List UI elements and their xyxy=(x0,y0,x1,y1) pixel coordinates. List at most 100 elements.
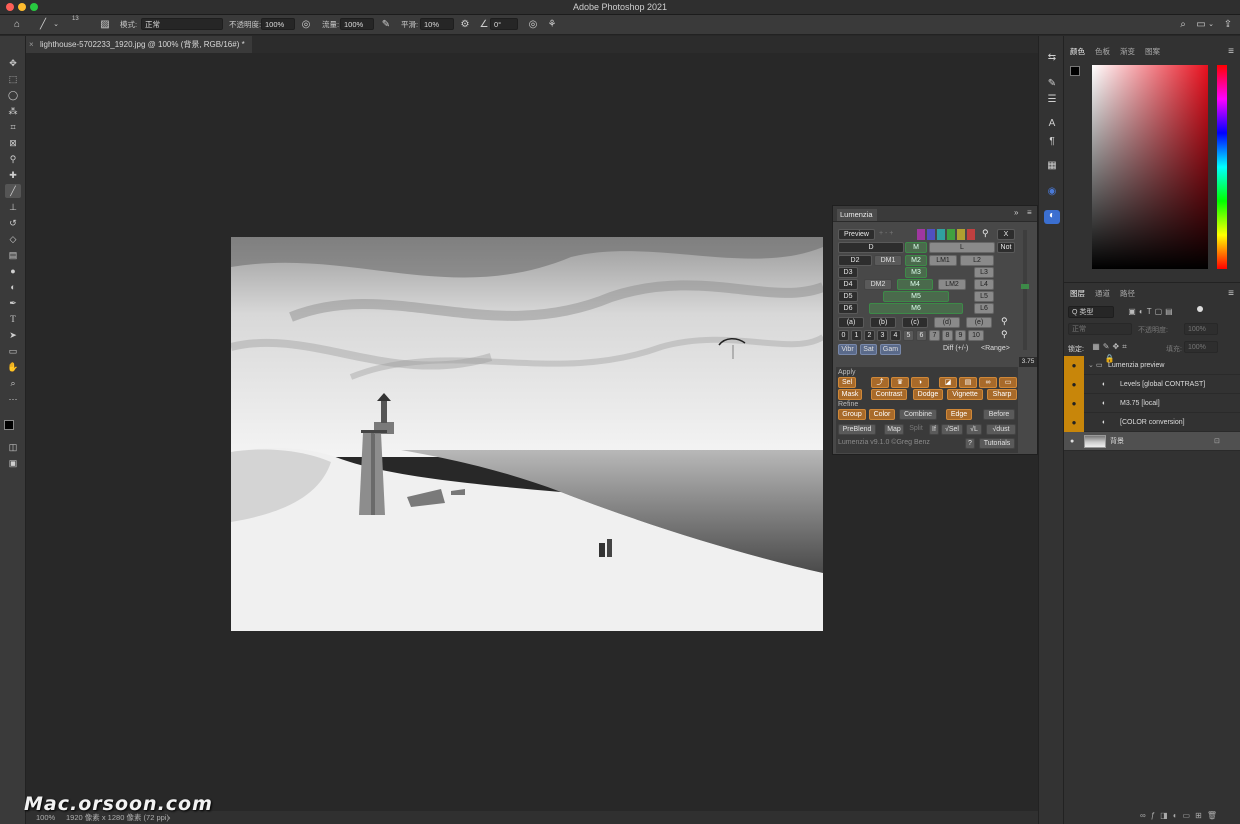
preview-select[interactable]: Preview xyxy=(838,229,875,240)
close-tab-icon[interactable]: × xyxy=(29,36,34,53)
marquee-tool-icon[interactable]: ⬚ xyxy=(5,72,21,86)
zone-a-button[interactable]: (a) xyxy=(838,317,864,328)
share-icon[interactable]: ⇪ xyxy=(1222,19,1234,31)
eyedropper-icon[interactable]: ⚲ xyxy=(1001,329,1008,340)
swatch-green[interactable] xyxy=(947,229,955,240)
layer-filter-icons[interactable]: ▣◐T▢▤ xyxy=(1122,306,1182,318)
layer-row-background[interactable]: ● 背景 ⊡ xyxy=(1064,432,1240,451)
flow-field[interactable]: 100% xyxy=(340,18,374,30)
foreground-color-chip[interactable] xyxy=(1070,66,1080,76)
dodge-tool-icon[interactable]: ◐ xyxy=(5,280,21,294)
hand-tool-icon[interactable]: ✋ xyxy=(5,360,21,374)
before-button[interactable]: Before xyxy=(983,409,1015,420)
opacity-slider-thumb[interactable] xyxy=(1021,284,1029,289)
gam-button[interactable]: Gam xyxy=(880,344,901,355)
hue-slider[interactable] xyxy=(1217,65,1227,269)
group-button[interactable]: Group xyxy=(838,409,866,420)
brush-tool-icon[interactable]: ╱ xyxy=(36,19,50,31)
l-button[interactable]: L xyxy=(929,242,995,253)
diff-button[interactable]: Diff (+/-) xyxy=(943,345,968,352)
document-tab[interactable]: × lighthouse-5702233_1920.jpg @ 100% (背景… xyxy=(26,36,252,53)
l4-button[interactable]: L4 xyxy=(974,279,994,290)
zone-e-button[interactable]: (e) xyxy=(966,317,992,328)
eye-icon[interactable]: ● xyxy=(1064,413,1084,432)
tab-layers[interactable]: 图层 xyxy=(1070,288,1085,299)
stepper-icons[interactable]: + - + xyxy=(879,230,893,237)
brush-panel-icon[interactable]: ✎ xyxy=(1045,78,1059,90)
sharp-button[interactable]: Sharp xyxy=(987,389,1017,400)
opacity-field[interactable]: 100% xyxy=(261,18,295,30)
check-dust-button[interactable]: √dust xyxy=(986,424,1016,435)
tab-paths[interactable]: 路径 xyxy=(1120,288,1135,299)
plugin-panel-icon[interactable]: ◉ xyxy=(1045,186,1059,198)
paragraph-panel-icon[interactable]: ¶ xyxy=(1045,136,1059,148)
vignette-button[interactable]: Vignette xyxy=(947,389,983,400)
range-button[interactable]: <Range> xyxy=(981,345,1010,352)
eye-icon[interactable]: ● xyxy=(1064,356,1084,375)
edge-button[interactable]: Edge xyxy=(946,409,972,420)
angle-field[interactable]: 0° xyxy=(490,18,518,30)
m-button[interactable]: M xyxy=(905,242,927,253)
collapse-panel-icon[interactable]: » xyxy=(1014,208,1018,217)
zoom-tool-icon[interactable]: ⌕ xyxy=(5,376,21,390)
lm2-button[interactable]: LM2 xyxy=(938,279,966,290)
swatch-yellow[interactable] xyxy=(957,229,965,240)
tab-patterns[interactable]: 图案 xyxy=(1145,46,1160,57)
m5-button[interactable]: M5 xyxy=(883,291,949,302)
m4-button[interactable]: M4 xyxy=(897,279,933,290)
dodge-button[interactable]: Dodge xyxy=(913,389,943,400)
color-field[interactable] xyxy=(1092,65,1208,269)
digit-9-button[interactable]: 9 xyxy=(955,330,966,341)
d2-button[interactable]: D2 xyxy=(838,255,872,266)
move-tool-icon[interactable]: ✥ xyxy=(5,56,21,70)
d6-button[interactable]: D6 xyxy=(838,303,858,314)
panel-menu-icon[interactable]: ≡ xyxy=(1027,208,1032,217)
d5-button[interactable]: D5 xyxy=(838,291,858,302)
d4-button[interactable]: D4 xyxy=(838,279,858,290)
dodge-icon-button[interactable]: ◑ xyxy=(911,377,929,388)
m6-button[interactable]: M6 xyxy=(869,303,963,314)
path-select-icon[interactable]: ➤ xyxy=(5,328,21,342)
tab-channels[interactable]: 通道 xyxy=(1095,288,1110,299)
search-icon[interactable]: ⌕ xyxy=(1177,19,1189,31)
chevron-down-icon[interactable]: ⌄ xyxy=(52,19,60,31)
blur-tool-icon[interactable]: ● xyxy=(5,264,21,278)
mask-button[interactable]: Mask xyxy=(838,389,862,400)
brush-settings-icon[interactable]: ▨ xyxy=(99,19,111,31)
digit-1-button[interactable]: 1 xyxy=(851,330,862,341)
layer-filter-select[interactable]: Q 类型 xyxy=(1068,306,1114,318)
brush-size-value[interactable]: 13 xyxy=(72,16,79,22)
eyedropper-icon[interactable]: ⚲ xyxy=(1001,316,1008,327)
l6-button[interactable]: L6 xyxy=(974,303,994,314)
layer-opacity-field[interactable]: 100% xyxy=(1184,323,1218,335)
layer-row-local[interactable]: ● ◐ M3.75 [local] xyxy=(1064,394,1240,413)
if-button[interactable]: If xyxy=(929,424,939,435)
pressure-size-icon[interactable]: ◎ xyxy=(527,19,539,31)
eyedropper-icon[interactable]: ⚲ xyxy=(982,228,989,239)
digit-2-button[interactable]: 2 xyxy=(864,330,875,341)
fill-field[interactable]: 100% xyxy=(1184,341,1218,353)
m2-button[interactable]: M2 xyxy=(905,255,927,266)
layer-row-color[interactable]: ● ◐ [COLOR conversion] xyxy=(1064,413,1240,432)
d3-button[interactable]: D3 xyxy=(838,267,858,278)
lumenzia-title[interactable]: Lumenzia xyxy=(837,209,877,221)
eye-icon[interactable]: ● xyxy=(1064,394,1084,413)
digit-8-button[interactable]: 8 xyxy=(942,330,953,341)
lumenzia-panel-icon[interactable]: ◐ xyxy=(1044,210,1060,224)
tab-gradients[interactable]: 渐变 xyxy=(1120,46,1135,57)
eye-icon[interactable]: ● xyxy=(1064,375,1084,394)
swatch-blue[interactable] xyxy=(927,229,935,240)
brush-tool-icon[interactable]: ╱ xyxy=(5,184,21,198)
eye-icon[interactable]: ● xyxy=(1070,432,1074,451)
not-button[interactable]: Not xyxy=(997,242,1015,253)
split-button[interactable]: Split xyxy=(906,424,926,435)
eraser-tool-icon[interactable]: ◇ xyxy=(5,232,21,246)
libraries-panel-icon[interactable]: ▦ xyxy=(1045,160,1059,172)
lm1-button[interactable]: LM1 xyxy=(929,255,957,266)
digit-4-button[interactable]: 4 xyxy=(890,330,901,341)
chevron-down-icon[interactable]: ⌄ xyxy=(1207,19,1215,31)
document-image[interactable] xyxy=(231,237,823,631)
zone-b-button[interactable]: (b) xyxy=(870,317,896,328)
type-tool-icon[interactable]: T xyxy=(5,312,21,326)
foreground-color-swatch[interactable] xyxy=(4,420,14,430)
